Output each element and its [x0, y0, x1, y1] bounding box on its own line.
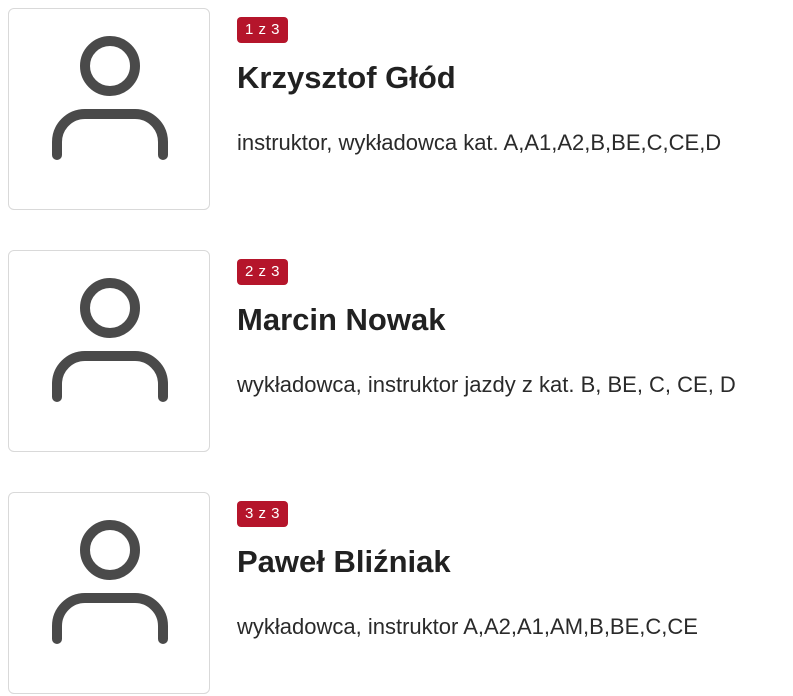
person-card: 3 z 3 Paweł Bliźniak wykładowca, instruk… [8, 492, 793, 696]
slide-counter-badge: 2 z 3 [237, 259, 289, 285]
person-name: Marcin Nowak [237, 302, 446, 337]
person-card: 1 z 3 Krzysztof Głód instruktor, wykłado… [8, 8, 793, 212]
person-role: wykładowca, instruktor jazdy z kat. B, B… [237, 372, 736, 397]
person-role: instruktor, wykładowca kat. A,A1,A2,B,BE… [237, 130, 722, 155]
person-placeholder-icon [52, 278, 168, 402]
person-role: wykładowca, instruktor A,A2,A1,AM,B,BE,C… [237, 614, 698, 639]
person-card: 2 z 3 Marcin Nowak wykładowca, instrukto… [8, 250, 793, 454]
avatar [8, 8, 210, 210]
person-placeholder-icon [52, 520, 168, 644]
avatar [8, 492, 210, 694]
person-name: Krzysztof Głód [237, 60, 456, 95]
slide-counter-badge: 1 z 3 [237, 17, 289, 43]
slide-counter-badge: 3 z 3 [237, 501, 289, 527]
person-placeholder-icon [52, 36, 168, 160]
person-name: Paweł Bliźniak [237, 544, 451, 579]
avatar [8, 250, 210, 452]
